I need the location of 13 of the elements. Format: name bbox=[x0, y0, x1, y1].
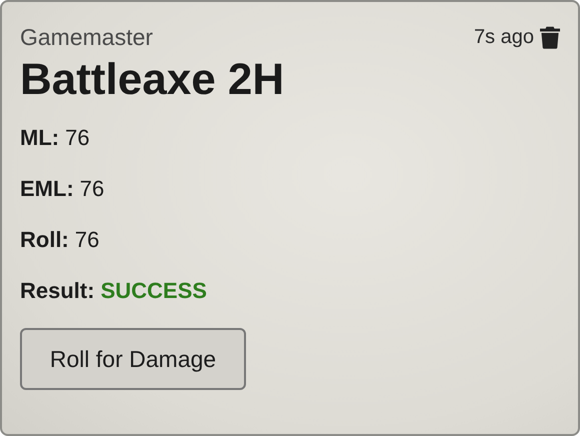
field-label: Roll: bbox=[20, 227, 69, 253]
field-value: 76 bbox=[80, 176, 104, 202]
field-label: ML: bbox=[20, 125, 60, 151]
field-value: SUCCESS bbox=[100, 278, 207, 304]
field-value: 76 bbox=[65, 125, 90, 151]
field-value: 76 bbox=[74, 227, 100, 253]
roll-damage-button[interactable]: Roll for Damage bbox=[20, 328, 246, 390]
card-title: Battleaxe 2H bbox=[20, 55, 286, 105]
timestamp: 7s ago bbox=[474, 26, 534, 49]
delete-icon[interactable] bbox=[540, 26, 560, 49]
field-label: Result: bbox=[20, 278, 95, 304]
author-name: Gamemaster bbox=[20, 24, 153, 51]
field-label: EML: bbox=[20, 176, 74, 202]
